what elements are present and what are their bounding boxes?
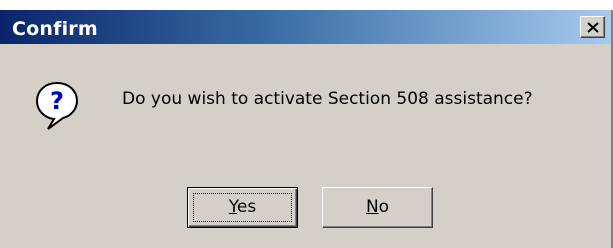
dialog-message: Do you wish to activate Section 508 assi… (122, 89, 533, 109)
close-button[interactable] (580, 16, 605, 38)
svg-text:?: ? (50, 87, 64, 115)
no-label: o (378, 197, 390, 217)
close-icon (587, 22, 599, 33)
title-bar[interactable]: Confirm (0, 10, 611, 44)
no-button[interactable]: No (322, 187, 433, 228)
question-icon: ? (35, 81, 79, 130)
yes-button[interactable]: Yes (187, 187, 298, 228)
focus-rectangle: Yes (193, 193, 292, 222)
confirm-dialog: Confirm ? Do you wish to activate Sectio… (0, 10, 613, 248)
yes-mnemonic: Y (228, 197, 237, 217)
no-mnemonic: N (365, 197, 379, 217)
dialog-title: Confirm (12, 18, 98, 40)
yes-label: es (236, 197, 257, 217)
